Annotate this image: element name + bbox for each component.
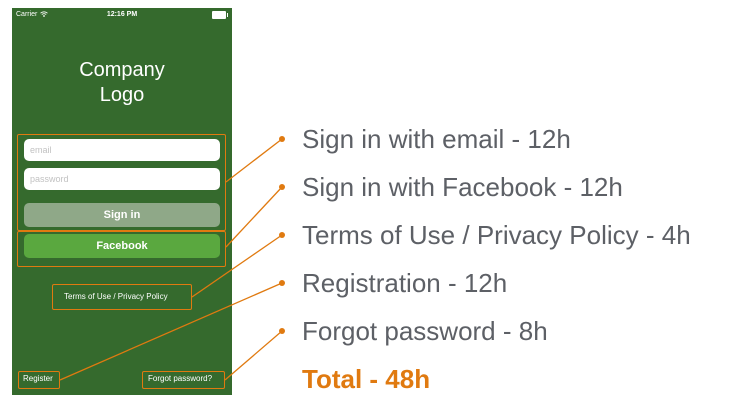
bullet-dot <box>279 328 285 334</box>
estimate-total: Total - 48h <box>302 364 431 394</box>
connector-facebook <box>225 186 283 248</box>
estimate-forgot-password: Forgot password - 8h <box>302 316 548 346</box>
bullet-dot <box>279 136 285 142</box>
estimate-facebook: Sign in with Facebook - 12h <box>302 172 623 202</box>
connector-register <box>59 282 283 381</box>
estimate-registration: Registration - 12h <box>302 268 508 298</box>
estimate-terms: Terms of Use / Privacy Policy - 4h <box>302 220 691 250</box>
connector-forgot <box>224 330 283 381</box>
connector-email <box>225 138 283 183</box>
bullet-dot <box>279 184 285 190</box>
connector-terms <box>191 234 283 298</box>
bullet-dot <box>279 232 285 238</box>
estimate-email: Sign in with email - 12h <box>302 124 571 154</box>
bullet-dot <box>279 280 285 286</box>
